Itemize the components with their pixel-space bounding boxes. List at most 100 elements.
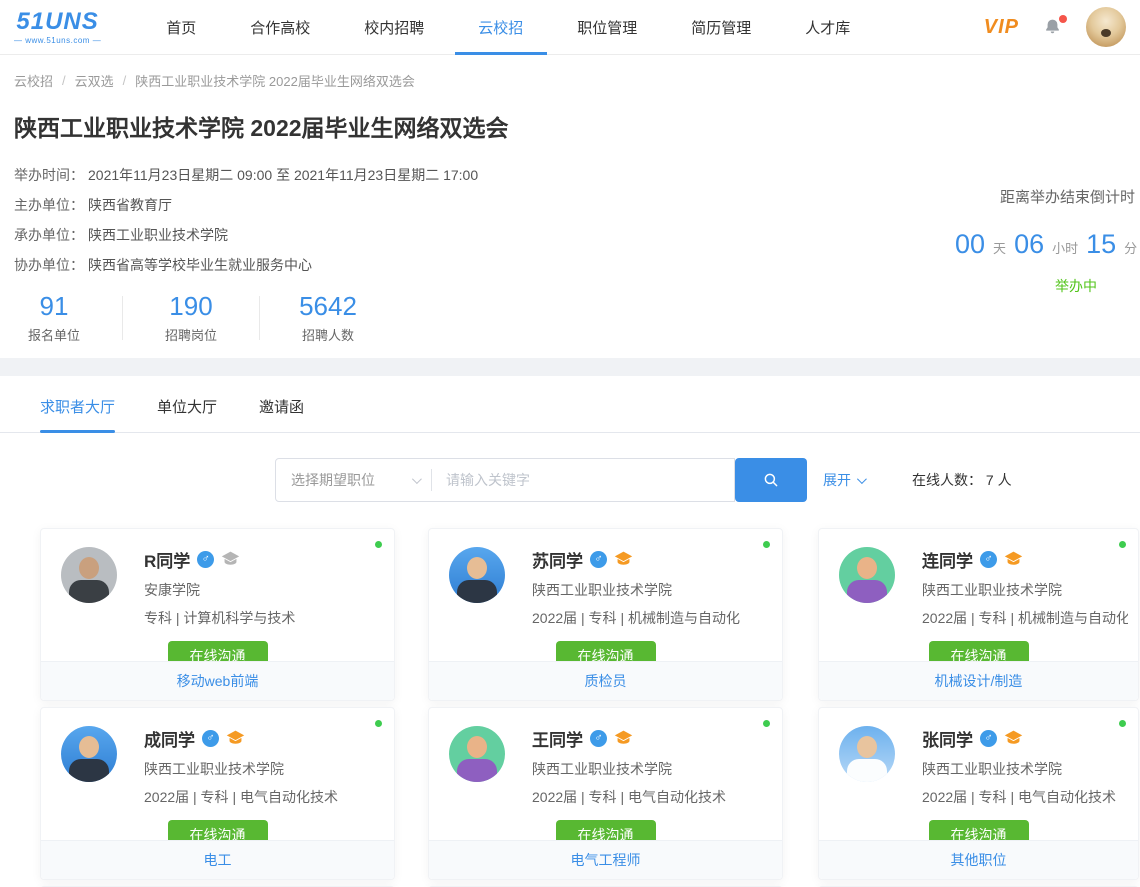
stat-label: 招聘岗位 bbox=[143, 325, 239, 344]
expected-position-link[interactable]: 质检员 bbox=[585, 671, 627, 691]
expected-position-link[interactable]: 移动web前端 bbox=[177, 671, 259, 691]
student-degree-major: 2022届 | 专科 | 机械制造与自动化 bbox=[532, 608, 740, 628]
tab-invitation[interactable]: 邀请函 bbox=[259, 396, 304, 432]
event-stats: 91 报名单位 190 招聘岗位 5642 招聘人数 bbox=[6, 292, 1140, 344]
student-school: 陕西工业职业技术学院 bbox=[144, 759, 338, 779]
online-status-dot bbox=[1119, 541, 1126, 548]
expected-position-link[interactable]: 其他职位 bbox=[951, 850, 1007, 870]
student-name: 连同学 bbox=[922, 547, 973, 572]
card-footer: 移动web前端 bbox=[41, 661, 394, 700]
breadcrumb-cloud-fair[interactable]: 云双选 bbox=[75, 71, 114, 90]
topbar-right: VIP bbox=[984, 7, 1126, 47]
card-top: 王同学 ♂ 陕西工业职业技术学院 2022届 | 专科 | 电气自动化技术 bbox=[429, 708, 782, 807]
card-top: R同学 ♂ 安康学院 专科 | 计算机科学与技术 bbox=[41, 529, 394, 628]
stat-registered-units: 91 报名单位 bbox=[6, 292, 102, 344]
cards-row: 成同学 ♂ 陕西工业职业技术学院 2022届 | 专科 | 电气自动化技术 在线… bbox=[40, 707, 1140, 880]
name-row: R同学 ♂ bbox=[144, 547, 295, 572]
student-name: 王同学 bbox=[532, 726, 583, 751]
card-top: 苏同学 ♂ 陕西工业职业技术学院 2022届 | 专科 | 机械制造与自动化 bbox=[429, 529, 782, 628]
name-row: 成同学 ♂ bbox=[144, 726, 338, 751]
nav-item-campus-jobs[interactable]: 校内招聘 bbox=[337, 0, 451, 55]
countdown-hours: 06 bbox=[1014, 229, 1044, 260]
student-school: 陕西工业职业技术学院 bbox=[532, 759, 726, 779]
card-top: 成同学 ♂ 陕西工业职业技术学院 2022届 | 专科 | 电气自动化技术 bbox=[41, 708, 394, 807]
card-footer: 机械设计/制造 bbox=[819, 661, 1138, 700]
expected-position-link[interactable]: 电工 bbox=[204, 850, 232, 870]
meta-label: 承办单位： bbox=[14, 220, 84, 250]
student-avatar bbox=[61, 547, 117, 603]
expected-position-link[interactable]: 机械设计/制造 bbox=[935, 671, 1023, 691]
select-placeholder: 选择期望职位 bbox=[291, 470, 412, 490]
male-gender-icon: ♂ bbox=[197, 551, 214, 568]
stat-headcount: 5642 招聘人数 bbox=[280, 292, 376, 344]
vip-icon[interactable]: VIP bbox=[984, 16, 1019, 39]
nav-item-job-management[interactable]: 职位管理 bbox=[550, 0, 664, 55]
student-card[interactable]: 王同学 ♂ 陕西工业职业技术学院 2022届 | 专科 | 电气自动化技术 在线… bbox=[428, 707, 783, 880]
breadcrumb-separator: / bbox=[62, 73, 66, 88]
expected-position-link[interactable]: 电气工程师 bbox=[571, 850, 641, 870]
student-avatar bbox=[449, 547, 505, 603]
breadcrumb-cloud-recruit[interactable]: 云校招 bbox=[14, 71, 53, 90]
cards-row: R同学 ♂ 安康学院 专科 | 计算机科学与技术 在线沟通 移动web前端 bbox=[40, 528, 1140, 701]
nav-item-resume-management[interactable]: 简历管理 bbox=[664, 0, 778, 55]
card-footer: 质检员 bbox=[429, 661, 782, 700]
student-avatar bbox=[61, 726, 117, 782]
site-logo[interactable]: 51UNS — www.51uns.com — bbox=[14, 10, 101, 45]
card-info: 苏同学 ♂ 陕西工业职业技术学院 2022届 | 专科 | 机械制造与自动化 bbox=[532, 547, 740, 628]
meta-value: 陕西省高等学校毕业生就业服务中心 bbox=[88, 250, 312, 280]
section-divider-band bbox=[0, 358, 1140, 376]
countdown-title: 距离举办结束倒计时 bbox=[1000, 186, 1140, 207]
graduation-cap-icon bbox=[614, 550, 633, 569]
online-status-dot bbox=[763, 541, 770, 548]
card-info: R同学 ♂ 安康学院 专科 | 计算机科学与技术 bbox=[144, 547, 295, 628]
student-name: 张同学 bbox=[922, 726, 973, 751]
name-row: 苏同学 ♂ bbox=[532, 547, 740, 572]
stat-value: 190 bbox=[143, 292, 239, 320]
search-button[interactable] bbox=[735, 458, 807, 502]
student-card[interactable]: 连同学 ♂ 陕西工业职业技术学院 2022届 | 专科 | 机械制造与自动化 在… bbox=[818, 528, 1139, 701]
student-school: 陕西工业职业技术学院 bbox=[922, 759, 1116, 779]
user-avatar[interactable] bbox=[1086, 7, 1126, 47]
online-count-label: 在线人数： bbox=[912, 472, 982, 488]
nav-item-cloud-recruit[interactable]: 云校招 bbox=[451, 0, 550, 55]
status-badge: 举办中 bbox=[1055, 276, 1140, 296]
student-card[interactable]: 苏同学 ♂ 陕西工业职业技术学院 2022届 | 专科 | 机械制造与自动化 在… bbox=[428, 528, 783, 701]
tab-job-seeker-hall[interactable]: 求职者大厅 bbox=[40, 396, 115, 432]
stat-label: 报名单位 bbox=[6, 325, 102, 344]
card-info: 成同学 ♂ 陕西工业职业技术学院 2022届 | 专科 | 电气自动化技术 bbox=[144, 726, 338, 807]
graduation-cap-icon bbox=[221, 550, 240, 569]
meta-label: 主办单位： bbox=[14, 190, 84, 220]
card-info: 王同学 ♂ 陕西工业职业技术学院 2022届 | 专科 | 电气自动化技术 bbox=[532, 726, 726, 807]
student-name: 苏同学 bbox=[532, 547, 583, 572]
card-footer: 电工 bbox=[41, 840, 394, 879]
page-title: 陕西工业职业技术学院 2022届毕业生网络双选会 bbox=[14, 109, 1140, 143]
nav-item-home[interactable]: 首页 bbox=[139, 0, 223, 55]
countdown-values: 00 天 06 小时 15 分 bbox=[955, 229, 1140, 260]
online-status-dot bbox=[763, 720, 770, 727]
cloud-campus-recruit-page: 51UNS — www.51uns.com — 首页 合作高校 校内招聘 云校招… bbox=[0, 0, 1140, 887]
expand-filters-link[interactable]: 展开 bbox=[823, 470, 864, 490]
stat-divider bbox=[259, 296, 260, 340]
expected-position-select[interactable]: 选择期望职位 bbox=[276, 470, 431, 490]
keyword-input[interactable] bbox=[432, 460, 734, 500]
nav-item-partner-schools[interactable]: 合作高校 bbox=[223, 0, 337, 55]
card-top: 连同学 ♂ 陕西工业职业技术学院 2022届 | 专科 | 机械制造与自动化 bbox=[819, 529, 1138, 628]
tab-employer-hall[interactable]: 单位大厅 bbox=[157, 396, 217, 432]
student-cards-grid: R同学 ♂ 安康学院 专科 | 计算机科学与技术 在线沟通 移动web前端 bbox=[0, 528, 1140, 887]
countdown-minutes-unit: 分 bbox=[1124, 238, 1137, 257]
student-card[interactable]: R同学 ♂ 安康学院 专科 | 计算机科学与技术 在线沟通 移动web前端 bbox=[40, 528, 395, 701]
student-school: 安康学院 bbox=[144, 580, 295, 600]
student-avatar bbox=[839, 726, 895, 782]
student-card[interactable]: 张同学 ♂ 陕西工业职业技术学院 2022届 | 专科 | 电气自动化技术 在线… bbox=[818, 707, 1139, 880]
search-field: 选择期望职位 bbox=[275, 458, 735, 502]
search-toolbar: 选择期望职位 展开 在线人数： 7 人 bbox=[0, 458, 1140, 502]
meta-value: 陕西工业职业技术学院 bbox=[88, 220, 228, 250]
notification-bell-icon[interactable] bbox=[1043, 18, 1062, 37]
nav-item-talent-pool[interactable]: 人才库 bbox=[778, 0, 877, 55]
student-degree-major: 专科 | 计算机科学与技术 bbox=[144, 608, 295, 628]
student-card[interactable]: 成同学 ♂ 陕西工业职业技术学院 2022届 | 专科 | 电气自动化技术 在线… bbox=[40, 707, 395, 880]
student-degree-major: 2022届 | 专科 | 电气自动化技术 bbox=[144, 787, 338, 807]
male-gender-icon: ♂ bbox=[590, 551, 607, 568]
breadcrumb: 云校招 / 云双选 / 陕西工业职业技术学院 2022届毕业生网络双选会 bbox=[14, 71, 1140, 90]
chevron-down-icon bbox=[412, 474, 422, 484]
